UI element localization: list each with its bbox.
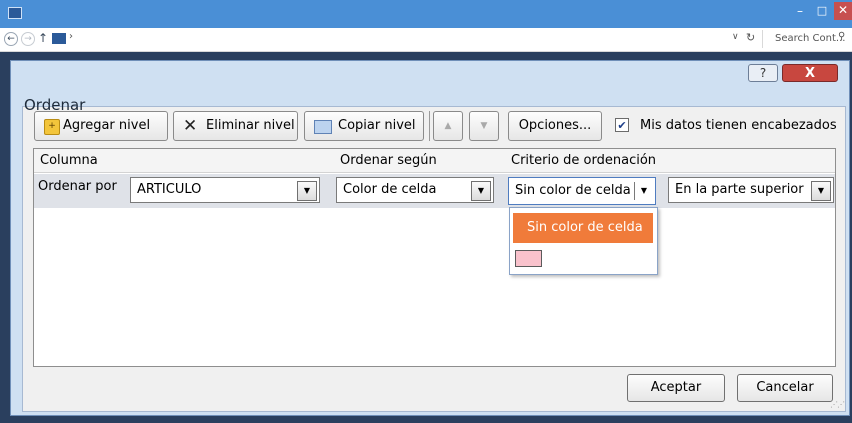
copy-level-button[interactable]: Copiar nivel: [304, 111, 424, 141]
move-up-button[interactable]: ▲: [433, 111, 463, 141]
chevron-down-icon[interactable]: ∨: [732, 32, 739, 42]
refresh-icon[interactable]: ↻: [746, 31, 755, 44]
sort-by-label: Ordenar por: [38, 179, 117, 194]
delete-x-icon: ✕: [183, 116, 198, 136]
move-down-button[interactable]: ▼: [469, 111, 499, 141]
toolbar-separator: [429, 111, 430, 141]
order-select[interactable]: Sin color de celda ▼: [508, 177, 656, 205]
column-select-value: ARTICULO: [137, 182, 202, 197]
order-header: Criterio de ordenación: [511, 153, 657, 168]
add-level-button[interactable]: + Agregar nivel: [34, 111, 168, 141]
headers-checkbox-label[interactable]: Mis datos tienen encabezados: [640, 118, 837, 133]
delete-level-button[interactable]: ✕ Eliminar nivel: [173, 111, 298, 141]
chevron-right-icon[interactable]: ›: [69, 31, 73, 42]
headers-checkbox[interactable]: ✔: [615, 118, 629, 132]
up-arrow-icon[interactable]: ↑: [38, 31, 48, 45]
dropdown-option-pink-swatch[interactable]: [515, 250, 542, 267]
computer-icon: [52, 33, 66, 44]
maximize-button[interactable]: □: [812, 4, 832, 20]
dropdown-arrow-icon[interactable]: ▼: [634, 182, 653, 200]
address-bar: [0, 28, 852, 52]
checkmark-icon: ✔: [617, 119, 627, 132]
minimize-button[interactable]: –: [790, 4, 810, 20]
copy-level-label: Copiar nivel: [338, 118, 416, 133]
search-icon[interactable]: ⚲: [838, 31, 845, 42]
search-input[interactable]: Search Cont...: [762, 30, 850, 48]
sort-on-select[interactable]: Color de celda ▼: [336, 177, 494, 203]
position-select[interactable]: En la parte superior ▼: [668, 177, 834, 203]
ok-button[interactable]: Aceptar: [627, 374, 725, 402]
back-arrow-icon[interactable]: ←: [4, 32, 18, 46]
dropdown-arrow-icon[interactable]: ▼: [811, 181, 831, 201]
order-select-value: Sin color de celda: [515, 183, 631, 198]
sort-on-select-value: Color de celda: [343, 182, 437, 197]
window-titlebar: [0, 0, 852, 28]
sort-on-header: Ordenar según: [340, 153, 437, 168]
column-select[interactable]: ARTICULO ▼: [130, 177, 320, 203]
dropdown-arrow-icon[interactable]: ▼: [471, 181, 491, 201]
window-close-button[interactable]: ✕: [834, 2, 852, 20]
resize-grip-icon[interactable]: ⋰⋰: [830, 400, 845, 409]
options-button[interactable]: Opciones...: [508, 111, 602, 141]
position-select-value: En la parte superior: [675, 182, 804, 197]
triangle-up-icon: ▲: [444, 121, 452, 131]
app-icon: [8, 7, 22, 19]
dropdown-arrow-icon[interactable]: ▼: [297, 181, 317, 201]
dialog-close-button[interactable]: X: [782, 64, 838, 82]
forward-arrow-icon[interactable]: →: [21, 32, 35, 46]
cancel-button[interactable]: Cancelar: [737, 374, 833, 402]
help-button[interactable]: ?: [748, 64, 778, 82]
dropdown-option-no-color[interactable]: Sin color de celda: [513, 213, 653, 243]
delete-level-label: Eliminar nivel: [206, 118, 295, 133]
add-level-icon: +: [44, 119, 60, 135]
copy-icon: [314, 120, 332, 134]
column-header: Columna: [40, 153, 98, 168]
triangle-down-icon: ▼: [480, 121, 488, 131]
add-level-label: Agregar nivel: [63, 118, 151, 133]
